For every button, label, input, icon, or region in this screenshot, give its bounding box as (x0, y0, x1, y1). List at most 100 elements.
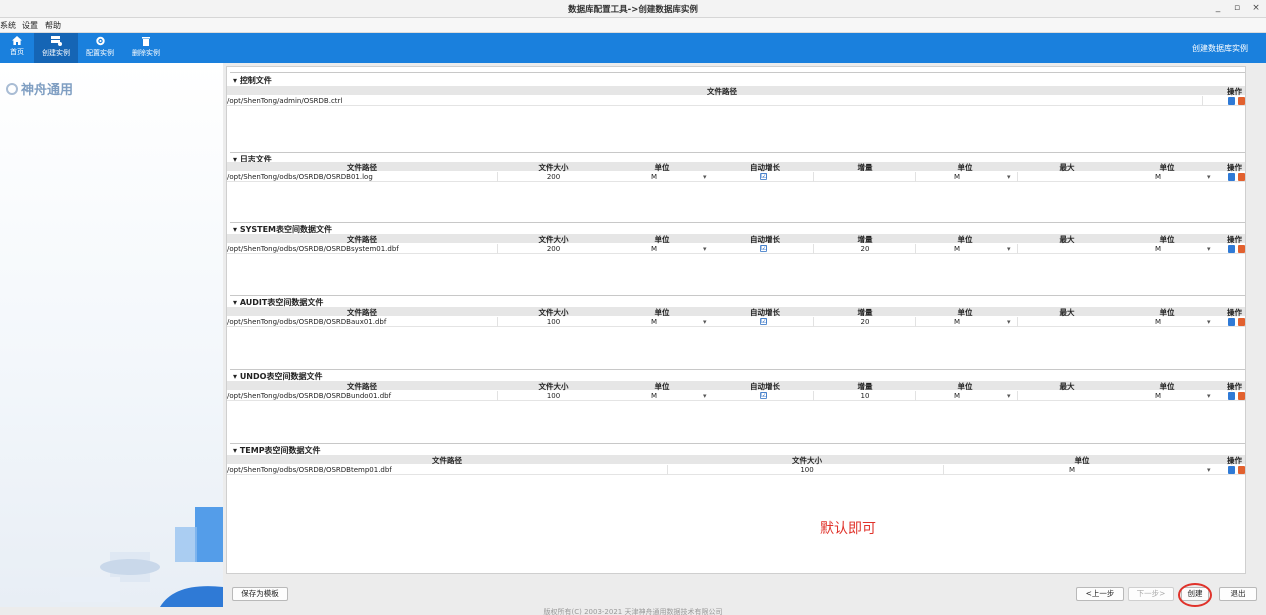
divider (230, 152, 1245, 153)
file-path-cell[interactable]: /opt/ShenTong/odbs/OSRDB/OSRDB01.log (227, 173, 373, 181)
auto-grow-checkbox[interactable]: ☑ (760, 173, 767, 180)
unit-select[interactable]: M (1069, 466, 1075, 474)
title-bar: 数据库配置工具->创建数据库实例 _ ▫ × (0, 0, 1266, 18)
table-header: 文件路径 文件大小 单位 自动增长 增量 单位 最大 单位 操作 (227, 381, 1245, 391)
dropdown-arrow-icon[interactable]: ▾ (703, 392, 707, 400)
increment-unit-select[interactable]: M (954, 245, 960, 253)
highlight-circle-annotation (1178, 583, 1212, 607)
control-file-title[interactable]: ▾ 控制文件 (233, 75, 276, 86)
increment-cell[interactable]: 10 (815, 392, 915, 400)
menu-bar: 系统 设置 帮助 (0, 18, 1266, 33)
table-row[interactable]: /opt/ShenTong/odbs/OSRDB/OSRDBaux01.dbf … (227, 317, 1245, 327)
unit-select[interactable]: M (651, 245, 657, 253)
table-header: 文件路径 文件大小 单位 自动增长 增量 单位 最大 单位 操作 (227, 307, 1245, 317)
dropdown-arrow-icon[interactable]: ▾ (1207, 466, 1211, 474)
increment-cell[interactable]: 20 (815, 318, 915, 326)
menu-settings[interactable]: 设置 (22, 20, 38, 31)
home-icon (12, 36, 22, 45)
close-button[interactable]: × (1250, 3, 1262, 13)
file-path-cell[interactable]: /opt/ShenTong/odbs/OSRDB/OSRDBsystem01.d… (227, 245, 399, 253)
delete-file-icon[interactable] (1238, 318, 1245, 326)
max-unit-select[interactable]: M (1155, 392, 1161, 400)
divider (813, 317, 814, 327)
increment-unit-select[interactable]: M (954, 173, 960, 181)
dropdown-arrow-icon[interactable]: ▾ (703, 245, 707, 253)
dropdown-arrow-icon[interactable]: ▾ (1007, 392, 1011, 400)
delete-file-icon[interactable] (1238, 173, 1245, 181)
dropdown-arrow-icon[interactable]: ▾ (1007, 173, 1011, 181)
file-path-cell[interactable]: /opt/ShenTong/odbs/OSRDB/OSRDBtemp01.dbf (227, 466, 392, 474)
dropdown-arrow-icon[interactable]: ▾ (1007, 318, 1011, 326)
increment-unit-select[interactable]: M (954, 392, 960, 400)
auto-grow-checkbox[interactable]: ☑ (760, 392, 767, 399)
unit-select[interactable]: M (651, 392, 657, 400)
window-title: 数据库配置工具->创建数据库实例 (568, 5, 698, 15)
add-file-icon[interactable] (1228, 245, 1235, 253)
divider (915, 391, 916, 401)
table-header: 文件路径 操作 (227, 86, 1245, 96)
trash-icon (142, 37, 150, 46)
table-row[interactable]: /opt/ShenTong/odbs/OSRDB/OSRDBundo01.dbf… (227, 391, 1245, 401)
maximize-button[interactable]: ▫ (1231, 3, 1243, 13)
toolbar-configure-instance-button[interactable]: 配置实例 (80, 33, 120, 63)
toolbar-delete-instance-button[interactable]: 删除实例 (126, 33, 166, 63)
file-path-cell[interactable]: /opt/ShenTong/admin/OSRDB.ctrl (227, 97, 342, 105)
increment-unit-select[interactable]: M (954, 318, 960, 326)
file-path-cell[interactable]: /opt/ShenTong/odbs/OSRDB/OSRDBaux01.dbf (227, 318, 386, 326)
exit-button[interactable]: 退出 (1219, 587, 1257, 601)
dropdown-arrow-icon[interactable]: ▾ (1207, 245, 1211, 253)
unit-select[interactable]: M (651, 173, 657, 181)
dropdown-arrow-icon[interactable]: ▾ (1207, 392, 1211, 400)
unit-select[interactable]: M (651, 318, 657, 326)
divider (1202, 96, 1203, 106)
file-size-cell[interactable]: 200 (497, 245, 610, 253)
auto-grow-checkbox[interactable]: ☑ (760, 318, 767, 325)
max-unit-select[interactable]: M (1155, 173, 1161, 181)
page-heading: 创建数据库实例 (1192, 44, 1248, 53)
toolbar: 首页 创建实例 配置实例 删除实例 创建数据库实例 (0, 33, 1266, 63)
dropdown-arrow-icon[interactable]: ▾ (1207, 318, 1211, 326)
add-file-icon[interactable] (1228, 173, 1235, 181)
delete-file-icon[interactable] (1238, 245, 1245, 253)
add-file-icon[interactable] (1228, 97, 1235, 105)
max-unit-select[interactable]: M (1155, 318, 1161, 326)
table-row[interactable]: /opt/ShenTong/odbs/OSRDB/OSRDB01.log 200… (227, 172, 1245, 182)
dropdown-arrow-icon[interactable]: ▾ (703, 173, 707, 181)
delete-file-icon[interactable] (1238, 466, 1245, 474)
file-size-cell[interactable]: 200 (497, 173, 610, 181)
toolbar-home-button[interactable]: 首页 (3, 33, 31, 63)
create-instance-icon (50, 36, 62, 46)
table-row[interactable]: /opt/ShenTong/admin/OSRDB.ctrl (227, 96, 1245, 106)
dropdown-arrow-icon[interactable]: ▾ (703, 318, 707, 326)
add-file-icon[interactable] (1228, 392, 1235, 400)
file-path-cell[interactable]: /opt/ShenTong/odbs/OSRDB/OSRDBundo01.dbf (227, 392, 391, 400)
divider (230, 222, 1245, 223)
divider (813, 172, 814, 182)
next-step-button[interactable]: 下一步> (1128, 587, 1174, 601)
add-file-icon[interactable] (1228, 466, 1235, 474)
divider (813, 391, 814, 401)
prev-step-button[interactable]: <上一步 (1076, 587, 1124, 601)
decorative-blocks-illustration (60, 507, 223, 607)
toolbar-create-instance-button[interactable]: 创建实例 (34, 33, 78, 63)
dropdown-arrow-icon[interactable]: ▾ (1207, 173, 1211, 181)
toolbar-home-label: 首页 (10, 48, 24, 56)
delete-file-icon[interactable] (1238, 392, 1245, 400)
menu-help[interactable]: 帮助 (45, 20, 61, 31)
table-row[interactable]: /opt/ShenTong/odbs/OSRDB/OSRDBtemp01.dbf… (227, 465, 1245, 475)
save-as-template-button[interactable]: 保存为模板 (232, 587, 288, 601)
divider (230, 443, 1245, 444)
file-size-cell[interactable]: 100 (497, 392, 610, 400)
divider (813, 244, 814, 254)
add-file-icon[interactable] (1228, 318, 1235, 326)
file-size-cell[interactable]: 100 (497, 318, 610, 326)
file-size-cell[interactable]: 100 (667, 466, 947, 474)
max-unit-select[interactable]: M (1155, 245, 1161, 253)
table-row[interactable]: /opt/ShenTong/odbs/OSRDB/OSRDBsystem01.d… (227, 244, 1245, 254)
dropdown-arrow-icon[interactable]: ▾ (1007, 245, 1011, 253)
auto-grow-checkbox[interactable]: ☑ (760, 245, 767, 252)
minimize-button[interactable]: _ (1212, 3, 1224, 13)
increment-cell[interactable]: 20 (815, 245, 915, 253)
menu-system[interactable]: 系统 (0, 20, 16, 31)
delete-file-icon[interactable] (1238, 97, 1245, 105)
